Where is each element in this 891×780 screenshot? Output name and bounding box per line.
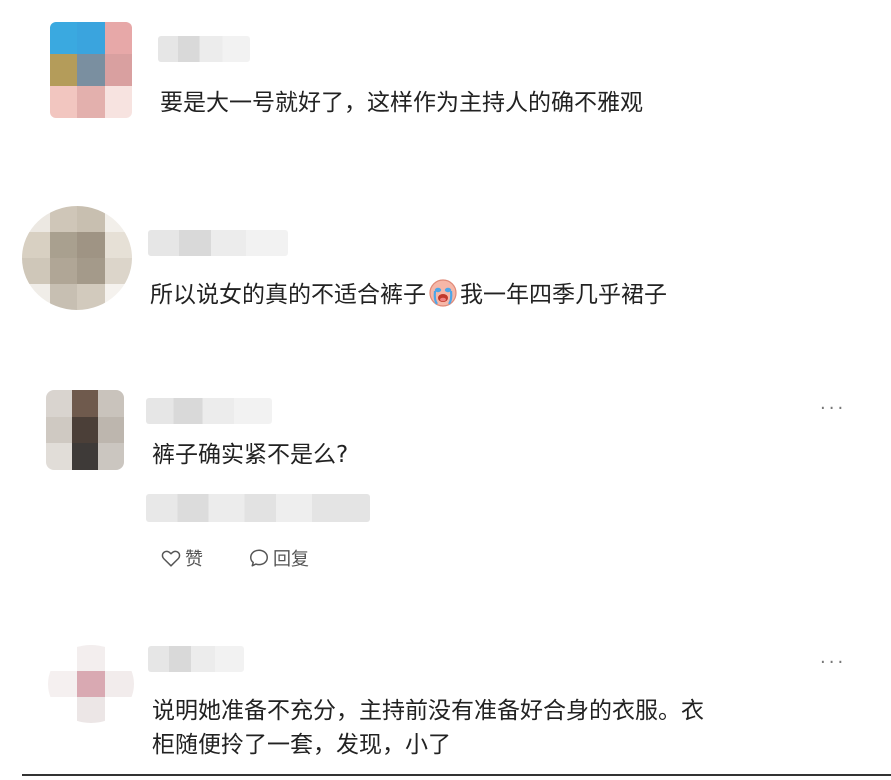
comment-text: 所以说女的真的不适合裤子 我一年四季几乎裙子 [150, 278, 667, 312]
comment-text: 裤子确实紧不是么? [152, 442, 349, 468]
username-blurred[interactable] [148, 646, 244, 672]
more-dots-icon[interactable]: ··· [820, 652, 846, 673]
crying-face-emoji-icon [429, 279, 457, 307]
speech-bubble-icon [250, 549, 268, 567]
like-button[interactable]: 赞 [160, 545, 203, 571]
reply-button[interactable]: 回复 [248, 545, 309, 571]
avatar[interactable] [46, 390, 124, 470]
heart-outline-icon [161, 550, 181, 567]
avatar[interactable] [50, 22, 132, 118]
username-blurred[interactable] [158, 36, 250, 62]
comment-thread: 要是大一号就好了，这样作为主持人的确不雅观 所以说女的真的不适合裤子 我一年四季几… [0, 0, 891, 780]
comment-text: 要是大一号就好了，这样作为主持人的确不雅观 [160, 90, 643, 116]
divider [22, 774, 891, 776]
comment-meta-blurred [146, 494, 370, 522]
reply-label: 回复 [273, 549, 309, 570]
like-label: 赞 [185, 549, 203, 570]
more-dots-icon[interactable]: ··· [820, 398, 846, 419]
avatar[interactable] [22, 206, 132, 310]
username-blurred[interactable] [146, 398, 272, 424]
comment-text: 说明她准备不充分，主持前没有准备好合身的衣服。衣 柜随便拎了一套，发现，小了 [152, 698, 704, 758]
comment-text-part: 我一年四季几乎裙子 [460, 282, 667, 308]
comment-text-part: 所以说女的真的不适合裤子 [150, 282, 426, 308]
username-blurred[interactable] [148, 230, 288, 256]
avatar[interactable] [48, 645, 134, 723]
